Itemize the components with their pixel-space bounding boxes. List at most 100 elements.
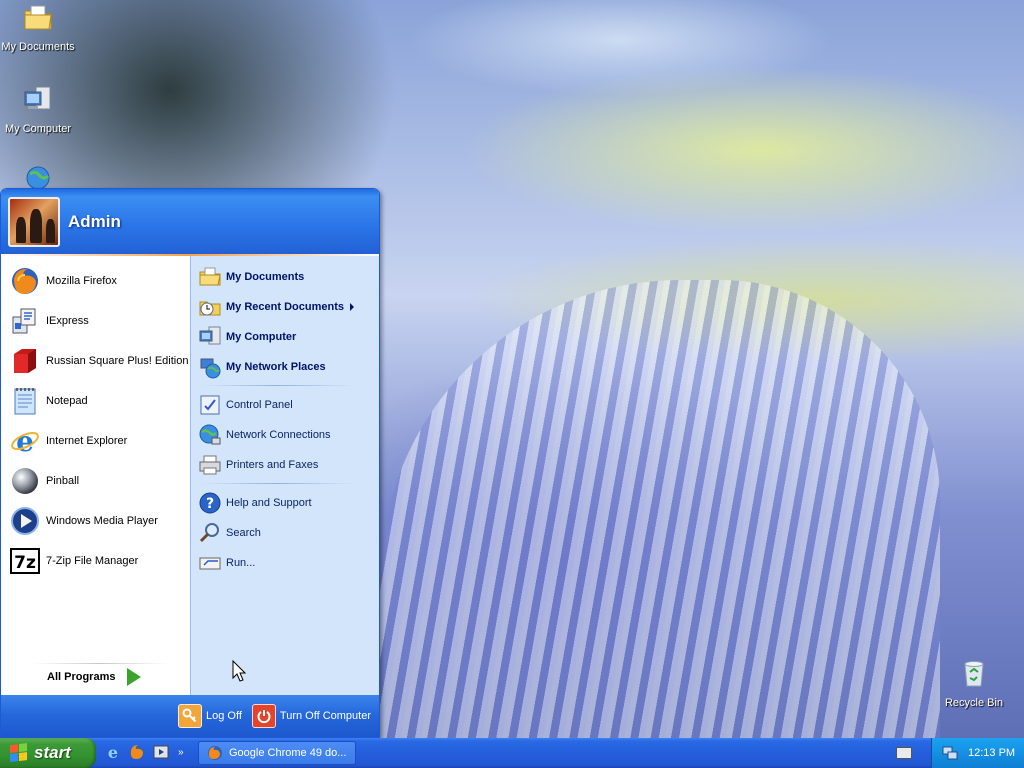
firefox-icon bbox=[208, 746, 222, 760]
place-help-and-support[interactable]: ? Help and Support bbox=[191, 488, 379, 518]
places-separator bbox=[201, 385, 354, 386]
start-menu: Admin Mozilla Firefox IExpress Russian S… bbox=[0, 188, 380, 738]
program-label: 7-Zip File Manager bbox=[46, 555, 139, 567]
7zip-icon: 7z bbox=[10, 548, 40, 574]
place-label: Run... bbox=[226, 557, 256, 569]
key-icon bbox=[178, 704, 203, 728]
program-label: Windows Media Player bbox=[46, 515, 158, 527]
start-menu-header: Admin bbox=[1, 189, 379, 254]
program-label: Pinball bbox=[46, 475, 80, 487]
network-tray-icon[interactable] bbox=[942, 745, 958, 761]
taskbar-button-chrome[interactable]: Google Chrome 49 do... bbox=[198, 741, 356, 765]
place-label: Search bbox=[226, 527, 261, 539]
printer-icon bbox=[199, 455, 221, 475]
green-arrow-icon bbox=[127, 668, 142, 686]
task-window-title: Google Chrome 49 do... bbox=[229, 747, 347, 759]
notepad-icon bbox=[14, 388, 36, 415]
places-pane: My Documents My Recent Documents My Comp… bbox=[190, 256, 379, 697]
desktop-icon-my-computer[interactable]: My Computer bbox=[0, 84, 76, 135]
media-player-icon bbox=[11, 507, 39, 535]
help-icon: ? bbox=[199, 492, 221, 514]
pinned-programs-pane: Mozilla Firefox IExpress Russian Square … bbox=[1, 256, 190, 697]
media-player-icon[interactable] bbox=[152, 743, 170, 761]
user-name: Admin bbox=[68, 211, 121, 231]
place-my-computer[interactable]: My Computer bbox=[191, 322, 379, 352]
svg-text:?: ? bbox=[206, 496, 214, 512]
place-label: My Network Places bbox=[226, 361, 326, 373]
program-russian-square[interactable]: Russian Square Plus! Edition bbox=[1, 341, 190, 381]
place-label: My Recent Documents bbox=[226, 301, 344, 313]
clock[interactable]: 12:13 PM bbox=[968, 747, 1015, 759]
all-programs-separator bbox=[33, 663, 168, 664]
program-internet-explorer[interactable]: e Internet Explorer bbox=[1, 421, 190, 461]
russian-square-icon bbox=[14, 349, 36, 373]
iexpress-icon bbox=[12, 308, 36, 334]
folder-icon bbox=[24, 5, 52, 30]
desktop-icon-recycle-bin[interactable]: Recycle Bin bbox=[936, 658, 1012, 709]
svg-text:7z: 7z bbox=[14, 553, 36, 573]
place-printers-and-faxes[interactable]: Printers and Faxes bbox=[191, 450, 379, 480]
internet-explorer-icon: e bbox=[11, 425, 39, 457]
start-button[interactable]: start bbox=[0, 738, 96, 768]
program-windows-media-player[interactable]: Windows Media Player bbox=[1, 501, 190, 541]
svg-text:e: e bbox=[16, 425, 34, 457]
place-label: My Computer bbox=[226, 331, 297, 343]
program-label: Notepad bbox=[46, 395, 88, 407]
place-my-documents[interactable]: My Documents bbox=[191, 262, 379, 292]
internet-explorer-icon[interactable]: e bbox=[104, 743, 122, 761]
pinball-icon bbox=[12, 468, 38, 494]
place-network-connections[interactable]: Network Connections bbox=[191, 420, 379, 450]
search-icon bbox=[199, 523, 219, 543]
desktop-icon-label: My Documents bbox=[1, 41, 75, 53]
system-tray: 12:13 PM bbox=[931, 738, 1024, 768]
network-connections-icon bbox=[199, 424, 221, 445]
program-7zip[interactable]: 7z 7-Zip File Manager bbox=[1, 541, 190, 581]
log-off-button[interactable]: Log Off bbox=[178, 704, 242, 728]
program-notepad[interactable]: Notepad bbox=[1, 381, 190, 421]
firefox-icon[interactable] bbox=[128, 743, 146, 761]
log-off-label: Log Off bbox=[206, 710, 242, 722]
firefox-icon bbox=[12, 268, 38, 294]
desktop-icon-my-documents[interactable]: My Documents bbox=[0, 2, 76, 53]
wallpaper-waterfall bbox=[380, 280, 940, 738]
power-icon bbox=[251, 704, 276, 728]
program-label: Internet Explorer bbox=[46, 435, 128, 447]
place-label: Printers and Faxes bbox=[226, 459, 319, 471]
windows-flag-icon bbox=[10, 743, 28, 763]
program-pinball[interactable]: Pinball bbox=[1, 461, 190, 501]
program-iexpress[interactable]: IExpress bbox=[1, 301, 190, 341]
recycle-bin-icon bbox=[964, 661, 984, 687]
place-my-recent-documents[interactable]: My Recent Documents bbox=[191, 292, 379, 322]
control-panel-icon bbox=[200, 395, 220, 415]
user-avatar[interactable] bbox=[8, 196, 60, 247]
place-control-panel[interactable]: Control Panel bbox=[191, 390, 379, 420]
turn-off-label: Turn Off Computer bbox=[279, 710, 371, 722]
all-programs-button[interactable]: All Programs bbox=[47, 668, 142, 686]
keyboard-icon[interactable] bbox=[896, 747, 912, 759]
place-label: My Documents bbox=[226, 271, 305, 283]
mouse-cursor-icon bbox=[232, 660, 246, 682]
place-label: Control Panel bbox=[226, 399, 293, 411]
run-icon bbox=[199, 557, 221, 570]
quick-launch: e » bbox=[104, 743, 184, 761]
place-label: Help and Support bbox=[226, 497, 312, 509]
program-mozilla-firefox[interactable]: Mozilla Firefox bbox=[1, 261, 190, 301]
desktop-icon-label: Recycle Bin bbox=[944, 697, 1004, 709]
place-search[interactable]: Search bbox=[191, 518, 379, 548]
quick-launch-more-icon[interactable]: » bbox=[178, 747, 184, 758]
turn-off-computer-button[interactable]: Turn Off Computer bbox=[251, 704, 371, 728]
start-menu-footer: Log Off Turn Off Computer bbox=[1, 695, 379, 737]
place-label: Network Connections bbox=[226, 429, 331, 441]
program-label: IExpress bbox=[46, 315, 89, 327]
program-label: Russian Square Plus! Edition bbox=[46, 355, 189, 367]
desktop-icon-label: My Computer bbox=[4, 123, 72, 135]
submenu-arrow-icon bbox=[349, 303, 354, 311]
svg-text:e: e bbox=[108, 743, 118, 761]
computer-icon bbox=[24, 86, 51, 110]
place-run[interactable]: Run... bbox=[191, 548, 379, 578]
place-my-network-places[interactable]: My Network Places bbox=[191, 352, 379, 382]
network-places-icon bbox=[200, 358, 221, 379]
program-label: Mozilla Firefox bbox=[46, 275, 117, 287]
computer-icon bbox=[199, 326, 221, 345]
recent-documents-icon bbox=[199, 301, 221, 316]
